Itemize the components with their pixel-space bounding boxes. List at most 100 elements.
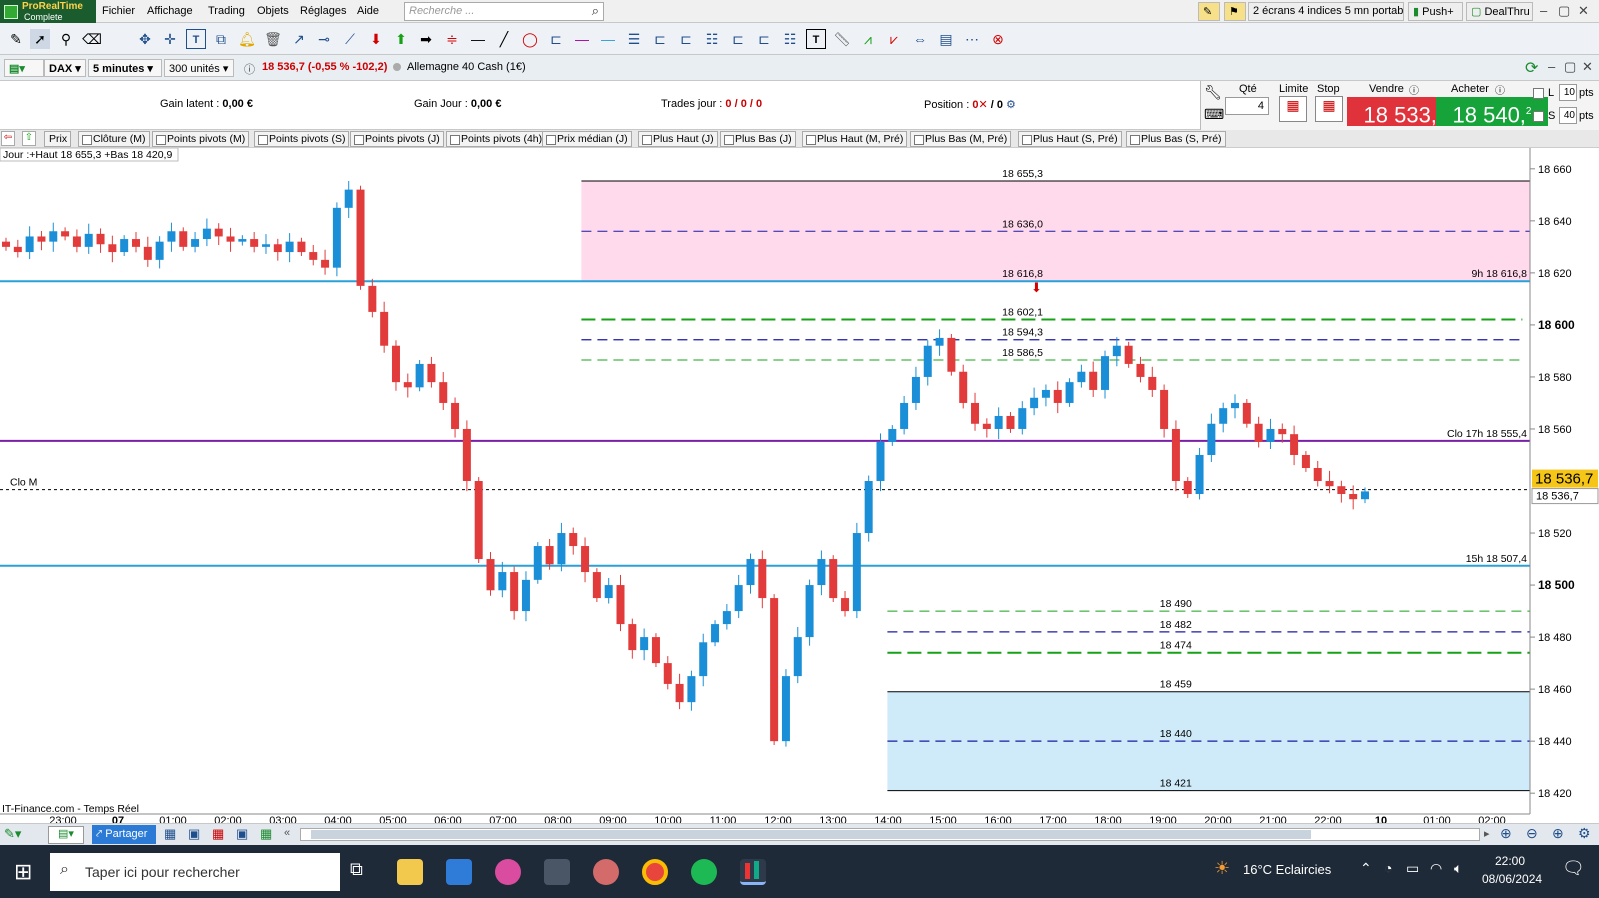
zoom-out-icon[interactable]: ⊖ bbox=[1526, 825, 1538, 842]
screen-preset-button[interactable]: 2 écrans 4 indices 5 mn portab bbox=[1248, 2, 1404, 21]
filter-chip[interactable]: Plus Bas (M, Pré) bbox=[910, 131, 1012, 147]
filter-chip[interactable]: Plus Haut (S, Pré) bbox=[1018, 131, 1122, 147]
task-view-icon[interactable]: ⧉ bbox=[350, 859, 363, 880]
tray-chevron-icon[interactable]: ⌃ bbox=[1360, 860, 1372, 877]
right-arrow-icon[interactable]: ➡ bbox=[416, 29, 436, 49]
hline-red-icon[interactable]: ≑ bbox=[442, 29, 462, 49]
scrollbar-thumb[interactable] bbox=[311, 830, 1311, 839]
fib2-tool-icon[interactable]: ☷ bbox=[702, 29, 722, 49]
rect3-tool-icon[interactable]: ⊏ bbox=[728, 29, 748, 49]
trendline-icon[interactable]: ╱ bbox=[494, 29, 514, 49]
trash-icon[interactable]: 🗑︎ bbox=[263, 29, 283, 49]
chart-minimize-icon[interactable]: – bbox=[1548, 59, 1555, 74]
filter-chip[interactable]: Prix médian (J) bbox=[542, 131, 632, 147]
clock-time[interactable]: 22:00 bbox=[1495, 854, 1525, 868]
l-checkbox[interactable] bbox=[1533, 88, 1544, 99]
weather-text[interactable]: 16°C Eclaircies bbox=[1243, 862, 1331, 877]
hline-icon[interactable]: — bbox=[468, 29, 488, 49]
tray-battery-icon[interactable]: ▭ bbox=[1406, 860, 1419, 877]
info-icon[interactable]: ⓘ bbox=[244, 61, 255, 77]
horizontal-scrollbar[interactable] bbox=[300, 828, 1480, 841]
search-icon[interactable]: ⌕ bbox=[592, 3, 599, 19]
units-select[interactable]: 300 unités ▾ bbox=[164, 59, 234, 77]
chart-close-icon[interactable]: ✕ bbox=[1582, 59, 1593, 75]
menu-objets[interactable]: Objets bbox=[257, 5, 289, 17]
keyboard-icon[interactable]: ⌨ bbox=[1204, 106, 1224, 123]
taskbar-search-input[interactable]: ⌕ Taper ici pour rechercher bbox=[50, 853, 340, 891]
tray-headset-icon[interactable]: ◔ bbox=[1384, 860, 1392, 876]
price-chart[interactable]: 18 655,3 18 636,0 18 616,8 9h 18 616,8 18 60… bbox=[0, 148, 1599, 823]
table-tool-icon[interactable]: ▤ bbox=[936, 29, 956, 49]
photos-icon[interactable] bbox=[495, 859, 521, 885]
filter-chip[interactable]: Points pivots (4h) bbox=[446, 131, 547, 147]
limit-order-button[interactable]: ▦ bbox=[1279, 96, 1307, 122]
stop-order-button[interactable]: ▦ bbox=[1315, 96, 1343, 122]
chart-maximize-icon[interactable]: ▢ bbox=[1564, 59, 1576, 75]
filter-chip[interactable]: Plus Haut (M, Pré) bbox=[802, 131, 908, 147]
position-settings-icon[interactable]: ⚙ bbox=[1006, 99, 1016, 111]
pattern2-tool-icon[interactable]: ⩗ bbox=[884, 29, 904, 49]
down-arrow-icon[interactable]: ⬇ bbox=[366, 29, 386, 49]
mail-icon[interactable] bbox=[446, 859, 472, 885]
s-checkbox[interactable] bbox=[1533, 111, 1544, 122]
tray-volume-icon[interactable]: 🔈︎ bbox=[1454, 860, 1462, 877]
flag-icon[interactable]: ⚑ bbox=[1224, 2, 1246, 21]
chart-tool3-icon[interactable]: ▦ bbox=[212, 826, 224, 842]
chart-tool2-icon[interactable]: ▣ bbox=[188, 826, 200, 842]
spotify-icon[interactable] bbox=[691, 859, 717, 885]
pen-icon[interactable]: ✎ bbox=[1198, 2, 1220, 21]
segment-tool-icon[interactable]: ⊸ bbox=[314, 29, 334, 49]
text-tool-icon[interactable]: T bbox=[186, 29, 206, 49]
expand-icon[interactable]: ⇧ bbox=[22, 131, 36, 146]
pointer-tool-icon[interactable]: ➚ bbox=[30, 29, 50, 49]
buy-button[interactable]: 18 540,2 bbox=[1436, 97, 1548, 127]
weather-icon[interactable]: ☀ bbox=[1214, 858, 1230, 879]
chrome-icon[interactable] bbox=[642, 859, 668, 885]
notifications-icon[interactable]: 🗨︎ bbox=[1562, 858, 1585, 879]
filter-chip[interactable]: Plus Haut (J) bbox=[638, 131, 718, 147]
eraser-tool-icon[interactable]: ⌫ bbox=[82, 29, 102, 49]
calculator-icon[interactable] bbox=[544, 859, 570, 885]
text2-tool-icon[interactable]: T bbox=[806, 29, 826, 49]
scroll-right-icon[interactable]: ▸ bbox=[1484, 827, 1490, 840]
chart-type-icon[interactable]: ▤▾ bbox=[4, 59, 44, 77]
filter-chip[interactable]: Clôture (M) bbox=[78, 131, 150, 147]
game-icon[interactable] bbox=[593, 859, 619, 885]
ray-tool-icon[interactable]: ⟋ bbox=[340, 29, 360, 49]
ruler-tool-icon[interactable]: 📏︎ bbox=[832, 29, 852, 49]
refresh-icon[interactable]: ⟳ bbox=[1525, 58, 1538, 78]
chart-tool4-icon[interactable]: ▣ bbox=[236, 826, 248, 842]
file-explorer-icon[interactable] bbox=[397, 859, 423, 885]
symbol-select[interactable]: DAX ▾ bbox=[44, 59, 86, 77]
qty-input[interactable]: 4 bbox=[1225, 97, 1269, 115]
filter-chip[interactable]: Points pivots (M) bbox=[152, 131, 250, 147]
fib3-tool-icon[interactable]: ☷ bbox=[780, 29, 800, 49]
fib-tool-icon[interactable]: ☰ bbox=[624, 29, 644, 49]
zoom-in-icon[interactable]: ⊕ bbox=[1552, 825, 1564, 842]
maximize-icon[interactable]: ▢ bbox=[1558, 3, 1570, 19]
purple-line-icon[interactable]: — bbox=[572, 29, 592, 49]
menu-aide[interactable]: Aide bbox=[357, 5, 379, 17]
windows-start-icon[interactable]: ⊞ bbox=[14, 859, 32, 885]
alert-bell-icon[interactable]: 🔔︎ bbox=[237, 29, 257, 49]
filter-chip[interactable]: Prix bbox=[44, 131, 72, 147]
wrench-icon[interactable]: 🔧︎ bbox=[1204, 84, 1222, 101]
filter-chip[interactable]: Points pivots (S) bbox=[254, 131, 350, 147]
pencil-tool-icon[interactable]: ✎ bbox=[6, 29, 26, 49]
chart-tool5-icon[interactable]: ▦ bbox=[260, 826, 272, 842]
measure-tool-icon[interactable]: ⇔ bbox=[910, 29, 930, 49]
pen2-icon[interactable]: ✎▾ bbox=[4, 826, 21, 842]
scroll-left-icon[interactable]: « bbox=[284, 827, 290, 839]
hand-tool-icon[interactable]: ✥ bbox=[135, 29, 155, 49]
grid-tool-icon[interactable]: ⋯ bbox=[962, 29, 982, 49]
arrow-line-icon[interactable]: ↗ bbox=[289, 29, 309, 49]
pattern-tool-icon[interactable]: ⩘ bbox=[858, 29, 878, 49]
dealthru-button[interactable]: ▢ DealThru bbox=[1466, 2, 1533, 21]
buy-info-icon[interactable]: ⓘ bbox=[1495, 82, 1505, 97]
rect2-tool-icon[interactable]: ⊏ bbox=[676, 29, 696, 49]
share-button[interactable]: ⤤ Partager bbox=[92, 825, 156, 844]
menu-fichier[interactable]: Fichier bbox=[102, 5, 135, 17]
push-button[interactable]: ▮ Push+ bbox=[1408, 2, 1463, 21]
chart-tool1-icon[interactable]: ▦ bbox=[164, 826, 176, 842]
channel-tool-icon[interactable]: ⊏ bbox=[546, 29, 566, 49]
